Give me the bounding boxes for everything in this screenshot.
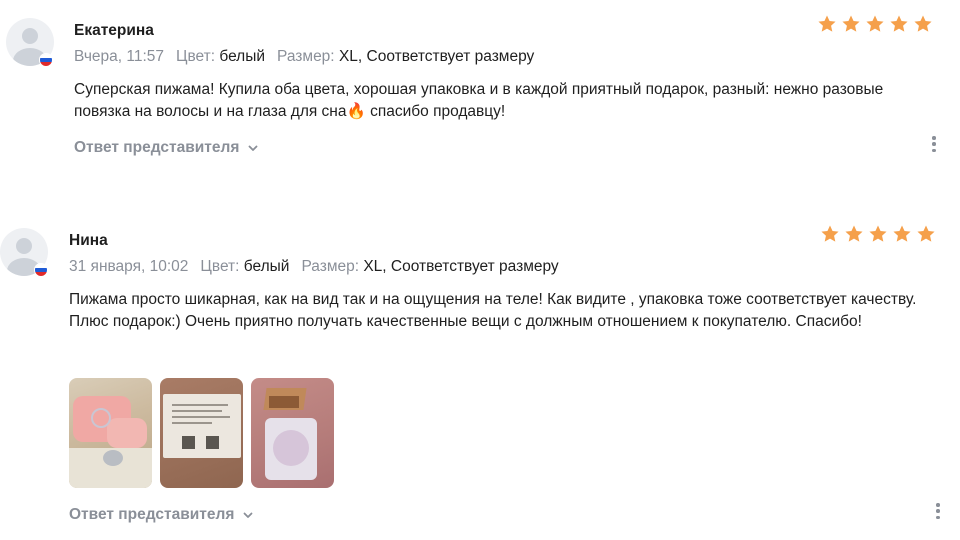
more-options-icon[interactable] (929, 136, 939, 152)
star-icon (865, 14, 885, 34)
star-icon (817, 14, 837, 34)
star-icon (820, 224, 840, 244)
review-author: Екатерина (74, 22, 154, 39)
avatar-head-shape (16, 238, 32, 254)
ru-flag-icon (39, 53, 53, 67)
review-photo-thumbnail[interactable] (69, 378, 152, 488)
reply-toggle-label: Ответ представителя (69, 506, 235, 523)
color-label: Цвет: (200, 258, 240, 275)
reviews-list: Екатерина Вчера, 11:57 Цвет: белый Размер:… (0, 0, 960, 540)
color-value: белый (243, 258, 290, 275)
color-value: белый (219, 48, 266, 65)
star-icon (916, 224, 936, 244)
rating-stars (820, 224, 936, 244)
size-label: Размер: (277, 48, 335, 65)
avatar-head-shape (22, 28, 38, 44)
review-text: Суперская пижама! Купила оба цвета, хоро… (74, 81, 884, 120)
star-icon (841, 14, 861, 34)
rating-stars (817, 14, 933, 34)
review-date: Вчера, 11:57 (74, 48, 165, 65)
review-photo-thumbnail[interactable] (160, 378, 243, 488)
review-photo-thumbnail[interactable] (251, 378, 334, 488)
star-icon (913, 14, 933, 34)
chevron-down-icon (247, 142, 259, 154)
size-value: XL, Соответствует размеру (363, 258, 559, 275)
size-value: XL, Соответствует размеру (338, 48, 535, 65)
review-date: 31 января, 10:02 (69, 258, 189, 275)
star-icon (889, 14, 909, 34)
review-photos (69, 378, 334, 488)
star-icon (892, 224, 912, 244)
ru-flag-icon (34, 263, 48, 277)
reply-toggle-label: Ответ представителя (74, 139, 240, 156)
review-author: Нина (69, 232, 108, 249)
color-label: Цвет: (176, 48, 216, 65)
review-meta: Вчера, 11:57 Цвет: белый Размер: XL, Соотв… (74, 48, 534, 66)
review-text: Пижама просто шикарная, как на вид так и… (69, 291, 917, 330)
more-options-icon[interactable] (933, 503, 943, 519)
representative-reply-toggle[interactable]: Ответ представителя (74, 139, 259, 157)
chevron-down-icon (242, 509, 254, 521)
review-meta: 31 января, 10:02 Цвет: белый Размер: XL, С… (69, 258, 559, 276)
size-label: Размер: (301, 258, 360, 275)
representative-reply-toggle[interactable]: Ответ представителя (69, 506, 254, 524)
star-icon (844, 224, 864, 244)
star-icon (868, 224, 888, 244)
